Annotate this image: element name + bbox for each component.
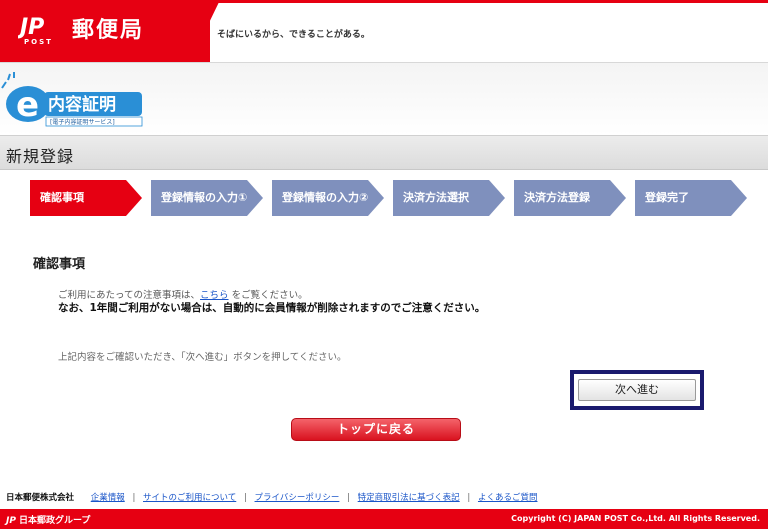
site-header: JP POST 郵便局 そばにいるから、できることがある。 <box>0 0 768 62</box>
step-label: 登録情報の入力① <box>161 191 248 204</box>
svg-text:JP: JP <box>18 15 44 40</box>
next-button-highlight: 次へ進む <box>570 370 704 410</box>
section-title: 確認事項 <box>33 257 86 272</box>
jp-group-logo-mark: JP <box>6 516 16 526</box>
step-label: 登録完了 <box>645 191 689 204</box>
footer-link-corporate-info[interactable]: 企業情報 <box>91 493 125 503</box>
page-title: 新規登録 <box>6 147 75 166</box>
step-label: 確認事項 <box>40 191 84 204</box>
next-button[interactable]: 次へ進む <box>578 379 696 401</box>
footer-link-faq[interactable]: よくあるご質問 <box>478 493 538 503</box>
svg-text:内容証明: 内容証明 <box>48 94 116 115</box>
notice-line: ご利用にあたっての注意事項は、こちら をご覧ください。 <box>58 287 308 301</box>
footer-link-privacy-policy[interactable]: プライバシーポリシー <box>255 493 340 503</box>
instruction-text: 上記内容をご確認いただき、「次へ進む」ボタンを押してください。 <box>58 352 347 363</box>
svg-text:[電子内容証明サービス]: [電子内容証明サービス] <box>50 118 115 126</box>
page-title-band: 新規登録 <box>0 136 768 170</box>
footer-separator: | <box>132 493 136 503</box>
footer-group-name: 日本郵政グループ <box>18 516 91 526</box>
svg-text:POST: POST <box>24 38 53 46</box>
back-to-top-button[interactable]: トップに戻る <box>291 418 461 441</box>
footer-links: 日本郵便株式会社 企業情報 | サイトのご利用について | プライバシーポリシー… <box>6 491 537 503</box>
svg-text:e: e <box>16 85 39 125</box>
e-naiyo-shomei-logo[interactable]: e 内容証明 [電子内容証明サービス] <box>0 72 150 130</box>
jp-post-logo[interactable]: JP POST <box>18 10 62 46</box>
step-label: 登録情報の入力② <box>282 191 369 204</box>
footer-separator: | <box>347 493 350 503</box>
tagline: そばにいるから、できることがある。 <box>217 30 370 40</box>
footer-copyright: Copyright (C) JAPAN POST Co.,Ltd. All Ri… <box>511 514 760 523</box>
footer-separator: | <box>243 493 247 503</box>
step-label: 決済方法登録 <box>524 191 590 204</box>
step-label: 決済方法選択 <box>403 191 469 204</box>
footer-company: 日本郵便株式会社 <box>6 493 75 503</box>
footer-link-commercial-transactions[interactable]: 特定商取引法に基づく表記 <box>358 493 460 503</box>
registration-steps: 確認事項 登録情報の入力① 登録情報の入力② 決済方法選択 決済方法登録 登録完… <box>30 180 750 216</box>
footer-link-site-usage[interactable]: サイトのご利用について <box>143 493 236 503</box>
deletion-warning: なお、1年間ご利用がない場合は、自動的に会員情報が削除されますのでご注意ください… <box>58 302 486 314</box>
footer-separator: | <box>467 493 471 503</box>
brand-slant <box>190 0 220 62</box>
footer-bar: JP 日本郵政グループ Copyright (C) JAPAN POST Co.,… <box>0 509 768 529</box>
brand-name[interactable]: 郵便局 <box>72 12 144 44</box>
footer-group: JP 日本郵政グループ <box>6 513 90 526</box>
